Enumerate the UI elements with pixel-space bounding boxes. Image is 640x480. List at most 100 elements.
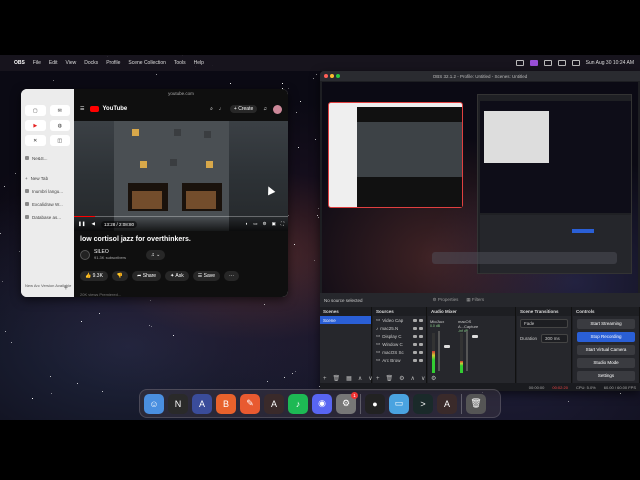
studio-mode-button[interactable]: Studio Mode: [577, 358, 635, 368]
trash-icon[interactable]: 🗑: [386, 375, 394, 382]
menu-edit[interactable]: Edit: [49, 60, 58, 66]
down-icon[interactable]: ∨: [368, 375, 372, 382]
close-icon[interactable]: [324, 74, 328, 78]
visibility-lock-icons[interactable]: [413, 350, 423, 354]
notification-bell-button[interactable]: ♫ ⌄: [146, 249, 166, 260]
fullscreen-icon[interactable]: ⛶: [281, 221, 284, 227]
arc-icon[interactable]: A: [437, 393, 457, 414]
avatar[interactable]: [273, 104, 282, 114]
sidebar-tab[interactable]: Excalidraw W...: [25, 200, 70, 208]
source-item[interactable]: ▭ Window C: [373, 340, 426, 348]
add-space-icon[interactable]: +: [64, 285, 68, 292]
gear-icon[interactable]: ⚙: [399, 375, 404, 382]
sidebar-tab[interactable]: Database as...: [25, 213, 70, 221]
settings-icon[interactable]: ⚙: [263, 221, 267, 227]
like-button[interactable]: 👍 9.3K: [80, 271, 108, 281]
menu-icon[interactable]: ☰: [80, 106, 84, 112]
menu-docks[interactable]: Docks: [84, 60, 98, 66]
video-description[interactable]: 20K views Premiered...: [80, 292, 121, 297]
arc-icon[interactable]: A: [264, 393, 284, 414]
pinned-tab[interactable]: ✕: [25, 135, 46, 146]
spotify-icon[interactable]: ♪: [288, 393, 308, 414]
pinned-tab[interactable]: ◍: [49, 120, 70, 131]
menu-profile[interactable]: Profile: [106, 60, 120, 66]
minimize-icon[interactable]: [330, 74, 334, 78]
menu-scene-collection[interactable]: Scene Collection: [128, 60, 166, 66]
volume-knob[interactable]: [472, 335, 478, 338]
screen-share-icon[interactable]: [529, 60, 538, 66]
discord-icon[interactable]: ◉: [312, 393, 332, 414]
miniplayer-icon[interactable]: ▣: [272, 221, 276, 227]
add-icon[interactable]: +: [376, 376, 380, 382]
channel-avatar[interactable]: [80, 249, 90, 260]
brave-icon[interactable]: B: [216, 393, 236, 414]
captions-icon[interactable]: ▭: [253, 221, 257, 227]
folder-icon[interactable]: ▭: [389, 393, 409, 414]
pinned-tab[interactable]: ▢: [25, 105, 46, 116]
wifi-icon[interactable]: [557, 60, 566, 66]
menu-view[interactable]: View: [66, 60, 77, 66]
visibility-lock-icons[interactable]: [413, 334, 423, 338]
stop-recording-button[interactable]: Stop Recording: [577, 332, 635, 342]
volume-knob[interactable]: [444, 345, 450, 348]
pinned-tab[interactable]: ◫: [49, 135, 70, 146]
search-icon[interactable]: ⌕: [210, 106, 213, 112]
source-item[interactable]: ▭ Display C: [373, 332, 426, 340]
menu-tools[interactable]: Tools: [174, 60, 186, 66]
visibility-lock-icons[interactable]: [413, 318, 423, 322]
start-streaming-button[interactable]: Start Streaming: [577, 319, 635, 329]
url-bar[interactable]: youtube.com: [74, 89, 288, 97]
maximize-icon[interactable]: [336, 74, 340, 78]
down-icon[interactable]: ∨: [421, 375, 425, 382]
transition-type-select[interactable]: Fade: [520, 319, 568, 328]
pen-icon[interactable]: ✎: [240, 393, 260, 414]
source-item[interactable]: ♪ mac25.N: [373, 324, 426, 332]
more-button[interactable]: ···: [224, 271, 240, 281]
duration-input[interactable]: 300 ms: [541, 334, 568, 343]
obs-icon[interactable]: ●: [365, 393, 385, 414]
pinned-tab[interactable]: ✉: [49, 105, 70, 116]
trash-icon[interactable]: 🗑: [466, 393, 486, 414]
menu-help[interactable]: Help: [194, 60, 204, 66]
up-icon[interactable]: ∧: [411, 375, 415, 382]
mic-icon[interactable]: ♩: [219, 106, 224, 112]
pause-icon[interactable]: ❚❚: [78, 221, 86, 227]
properties-button[interactable]: ⚙ Properties: [433, 297, 459, 303]
sidebar-tab[interactable]: Ne&S...: [25, 154, 70, 162]
notion-icon[interactable]: N: [168, 393, 188, 414]
visibility-lock-icons[interactable]: [413, 342, 423, 346]
settings-icon[interactable]: ⚙ 1: [336, 391, 358, 414]
sidebar-new-tab[interactable]: + New Tab: [25, 174, 70, 182]
source-item[interactable]: ▭ macOS Sc: [373, 348, 426, 356]
battery-icon[interactable]: [543, 60, 552, 66]
up-icon[interactable]: ∧: [358, 375, 362, 382]
filter-icon[interactable]: ▦: [346, 375, 352, 382]
youtube-logo-icon[interactable]: [90, 106, 100, 112]
finder-icon[interactable]: ☺: [144, 393, 164, 414]
menu-app-name[interactable]: OBS: [14, 60, 25, 66]
autoplay-icon[interactable]: ◐: [246, 221, 249, 227]
affinity-icon[interactable]: A: [192, 393, 212, 414]
menu-clock[interactable]: Sun Aug 30 10:24 AM: [586, 60, 634, 66]
volume-fader[interactable]: [466, 331, 478, 371]
dislike-button[interactable]: 👎: [111, 271, 129, 281]
video-player[interactable]: ❚❚ ◀ 13:28 / 2:08:80 ◐ ▭ ⚙ ▣ ⛶: [74, 121, 288, 231]
volume-fader[interactable]: [438, 331, 450, 371]
source-item[interactable]: ▭ Video Cap: [373, 316, 426, 324]
terminal-icon[interactable]: >: [413, 393, 433, 414]
menu-file[interactable]: File: [33, 60, 41, 66]
record-status-icon[interactable]: [515, 60, 524, 66]
sidebar-tab[interactable]: Inumbri langu...: [25, 187, 70, 195]
scene-item[interactable]: Scene: [320, 316, 371, 324]
visibility-lock-icons[interactable]: [413, 326, 423, 330]
share-button[interactable]: ➦ Share: [132, 271, 162, 281]
filters-button[interactable]: ▦ Filters: [466, 297, 484, 303]
save-button[interactable]: ☰ Save: [192, 271, 221, 281]
settings-button[interactable]: Settings: [577, 371, 635, 381]
bell-icon[interactable]: ♫: [263, 106, 267, 112]
ask-button[interactable]: ✦ Ask: [165, 271, 189, 281]
add-icon[interactable]: +: [323, 376, 327, 382]
mixer-options-icon[interactable]: ⚙: [431, 375, 436, 382]
visibility-lock-icons[interactable]: [413, 358, 423, 362]
volume-icon[interactable]: ◀: [92, 221, 95, 227]
